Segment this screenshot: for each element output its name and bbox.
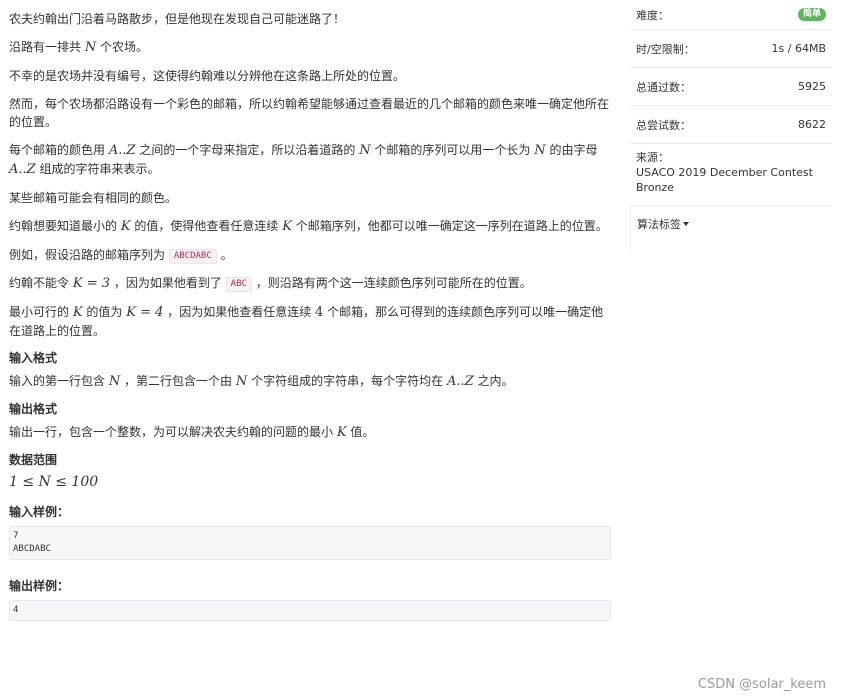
paragraph-intro: 农夫约翰出门沿着马路散步，但是他现在发现自己可能迷路了！ bbox=[9, 12, 346, 26]
watermark: CSDN @solar_keem bbox=[697, 677, 826, 692]
inline-code: ABCDABC bbox=[168, 249, 217, 264]
paragraph-farms: 沿路有一排共 N 个农场。 bbox=[9, 40, 149, 55]
attempts-value: 8622 bbox=[798, 118, 826, 131]
problem-statement: 农夫约翰出门沿着马路散步，但是他现在发现自己可能迷路了！ 沿路有一排共 N 个农… bbox=[0, 0, 620, 639]
output-format-text: 输出一行，包含一个整数，为可以解决农夫约翰的问题的最小 K 值。 bbox=[9, 425, 375, 440]
source-value: USACO 2019 December Contest Bronze bbox=[636, 166, 813, 194]
heading-sample-input: 输入样例： bbox=[9, 505, 70, 519]
heading-sample-output: 输出样例： bbox=[9, 579, 70, 593]
attempts-row: 总尝试数： 8622 bbox=[630, 106, 832, 144]
limit-label: 时/空限制： bbox=[636, 42, 695, 56]
caret-down-icon bbox=[683, 222, 689, 226]
math-N: N bbox=[359, 143, 371, 158]
limit-row: 时/空限制： 1s / 64MB bbox=[630, 30, 832, 68]
paragraph-k4: 最小可行的 K 的值为 K = 4 ，因为如果他查看任意连续 4 个邮箱，那么可… bbox=[9, 305, 604, 338]
math-N: N bbox=[534, 143, 546, 158]
paragraph-unlabeled: 不幸的是农场并没有编号，这使得约翰难以分辨他在这条路上所处的位置。 bbox=[9, 69, 406, 83]
math-N: N bbox=[108, 374, 121, 389]
math-K: K bbox=[120, 219, 131, 234]
limit-value: 1s / 64MB bbox=[771, 42, 826, 55]
problem-info-sidebar: 难度： 简单 时/空限制： 1s / 64MB 总通过数： 5925 总尝试数：… bbox=[630, 0, 832, 244]
tags-label: 算法标签 bbox=[637, 218, 681, 231]
math-N: N bbox=[84, 40, 97, 55]
accepted-row: 总通过数： 5925 bbox=[630, 68, 832, 106]
math-range: A..Z bbox=[446, 374, 474, 389]
math-k-eq-3: K = 3 bbox=[72, 276, 110, 291]
math-N: N bbox=[235, 374, 248, 389]
heading-output-format: 输出格式 bbox=[9, 402, 58, 416]
math-range: A..Z bbox=[108, 143, 136, 158]
accepted-value: 5925 bbox=[798, 80, 826, 93]
difficulty-row: 难度： 简单 bbox=[630, 0, 832, 30]
paragraph-example: 例如，假设沿路的邮箱序列为 ABCDABC 。 bbox=[9, 248, 233, 264]
input-format-text: 输入的第一行包含 N ，第二行包含一个由 N 个字符组成的字符串，每个字符均在 … bbox=[9, 374, 514, 389]
heading-data-range: 数据范围 bbox=[9, 453, 58, 467]
source-label: 来源： bbox=[636, 151, 669, 164]
math-K: K bbox=[72, 305, 83, 320]
paragraph-colors: 每个邮箱的颜色用 A..Z 之间的一个字母来指定，所以沿着道路的 N 个邮箱的序… bbox=[9, 143, 598, 177]
sample-output-box[interactable]: 4 bbox=[9, 600, 611, 621]
paragraph-mailbox: 然而，每个农场都沿路设有一个彩色的邮箱，所以约翰希望能够通过查看最近的几个邮箱的… bbox=[9, 97, 610, 129]
difficulty-badge: 简单 bbox=[797, 8, 826, 21]
accepted-label: 总通过数： bbox=[636, 80, 691, 94]
difficulty-label: 难度： bbox=[636, 8, 669, 22]
heading-input-format: 输入格式 bbox=[9, 351, 58, 365]
sample-input-box[interactable]: 7 ABCDABC bbox=[9, 526, 611, 560]
data-range-expr: 1 ≤ N ≤ 100 bbox=[9, 474, 99, 490]
attempts-label: 总尝试数： bbox=[636, 118, 691, 132]
paragraph-k3: 约翰不能令 K = 3 ，因为如果他看到了 ABC ，则沿路有两个这一连续颜色序… bbox=[9, 276, 532, 292]
source-block: 来源： USACO 2019 December Contest Bronze bbox=[630, 144, 832, 206]
paragraph-goal: 约翰想要知道最小的 K 的值，使得他查看任意连续 K 个邮箱序列，他都可以唯一确… bbox=[9, 219, 608, 234]
math-K: K bbox=[336, 425, 347, 440]
inline-code: ABC bbox=[225, 277, 252, 292]
math-K: K bbox=[282, 219, 292, 234]
math-4: 4 bbox=[315, 305, 324, 320]
math-range: A..Z bbox=[9, 162, 36, 177]
math-k-eq-4: K = 4 bbox=[126, 305, 164, 320]
paragraph-same-color: 某些邮箱可能会有相同的颜色。 bbox=[9, 191, 178, 205]
algorithm-tags-toggle[interactable]: 算法标签 bbox=[630, 206, 832, 244]
